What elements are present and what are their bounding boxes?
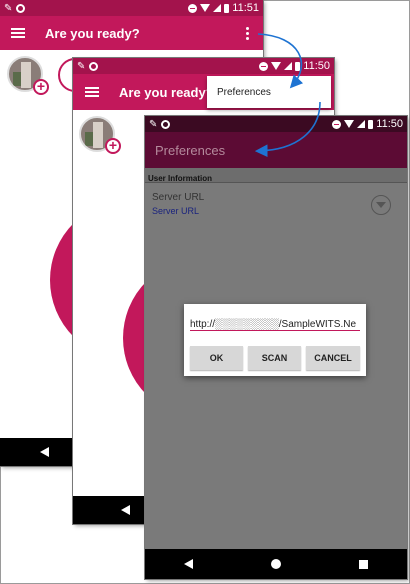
dropdown-icon[interactable]	[371, 195, 391, 215]
pref-title: Server URL	[152, 192, 205, 203]
recents-icon[interactable]	[359, 559, 368, 569]
screen-preferences: ✎ 11:50 Preferences User Information Ser…	[145, 116, 407, 579]
battery-icon	[295, 61, 301, 71]
home-icon[interactable]	[271, 559, 281, 569]
pencil-icon: ✎	[77, 60, 86, 72]
add-icon[interactable]: +	[105, 138, 121, 154]
pref-summary: Server URL	[152, 206, 200, 216]
app-title: Are you ready?	[45, 25, 140, 41]
do-not-disturb-icon	[259, 61, 269, 71]
app-bar: Are you ready?	[0, 16, 263, 50]
pref-server-url[interactable]: Server URL Server URL	[145, 186, 407, 226]
pencil-icon: ✎	[4, 2, 13, 14]
sync-icon	[89, 61, 99, 71]
signal-icon	[213, 4, 222, 12]
back-icon[interactable]	[184, 559, 193, 569]
wifi-icon	[271, 62, 282, 70]
overflow-menu-icon[interactable]	[246, 26, 249, 40]
signal-icon	[357, 120, 366, 128]
signal-icon	[284, 62, 293, 70]
app-bar: Preferences	[145, 132, 407, 168]
status-time: 11:50	[303, 60, 330, 72]
menu-icon[interactable]	[85, 87, 99, 97]
status-bar: ✎ 11:50	[73, 58, 334, 74]
battery-icon	[224, 3, 230, 13]
status-time: 11:50	[376, 118, 403, 130]
overflow-menu: Preferences	[207, 76, 331, 108]
sync-icon	[16, 3, 26, 13]
cancel-button[interactable]: CANCEL	[306, 346, 360, 370]
do-not-disturb-icon	[332, 119, 342, 129]
section-header: User Information	[145, 168, 407, 183]
ok-button[interactable]: OK	[190, 346, 243, 370]
menu-icon[interactable]	[11, 28, 25, 38]
battery-icon	[368, 119, 374, 129]
pencil-icon: ✎	[149, 118, 158, 130]
url-input[interactable]: http://░░░░░░░░░/SampleWITS.Ne	[190, 314, 360, 331]
wifi-icon	[344, 120, 355, 128]
url-input-value: http://░░░░░░░░░/SampleWITS.Ne	[190, 319, 357, 330]
page-title: Preferences	[155, 142, 226, 158]
add-icon[interactable]: +	[33, 79, 49, 95]
status-bar: ✎ 11:51	[0, 0, 263, 16]
url-dialog: http://░░░░░░░░░/SampleWITS.Ne OK SCAN C…	[184, 304, 366, 376]
status-time: 11:51	[232, 2, 259, 14]
back-icon[interactable]	[121, 505, 130, 515]
app-title: Are you ready?	[119, 84, 214, 100]
scan-button[interactable]: SCAN	[248, 346, 301, 370]
sync-icon	[161, 119, 171, 129]
do-not-disturb-icon	[188, 3, 198, 13]
wifi-icon	[200, 4, 211, 12]
status-bar: ✎ 11:50	[145, 116, 407, 132]
menu-item-preferences[interactable]: Preferences	[217, 87, 271, 98]
nav-bar	[145, 549, 407, 579]
section-header-label: User Information	[148, 174, 213, 183]
back-icon[interactable]	[40, 447, 49, 457]
